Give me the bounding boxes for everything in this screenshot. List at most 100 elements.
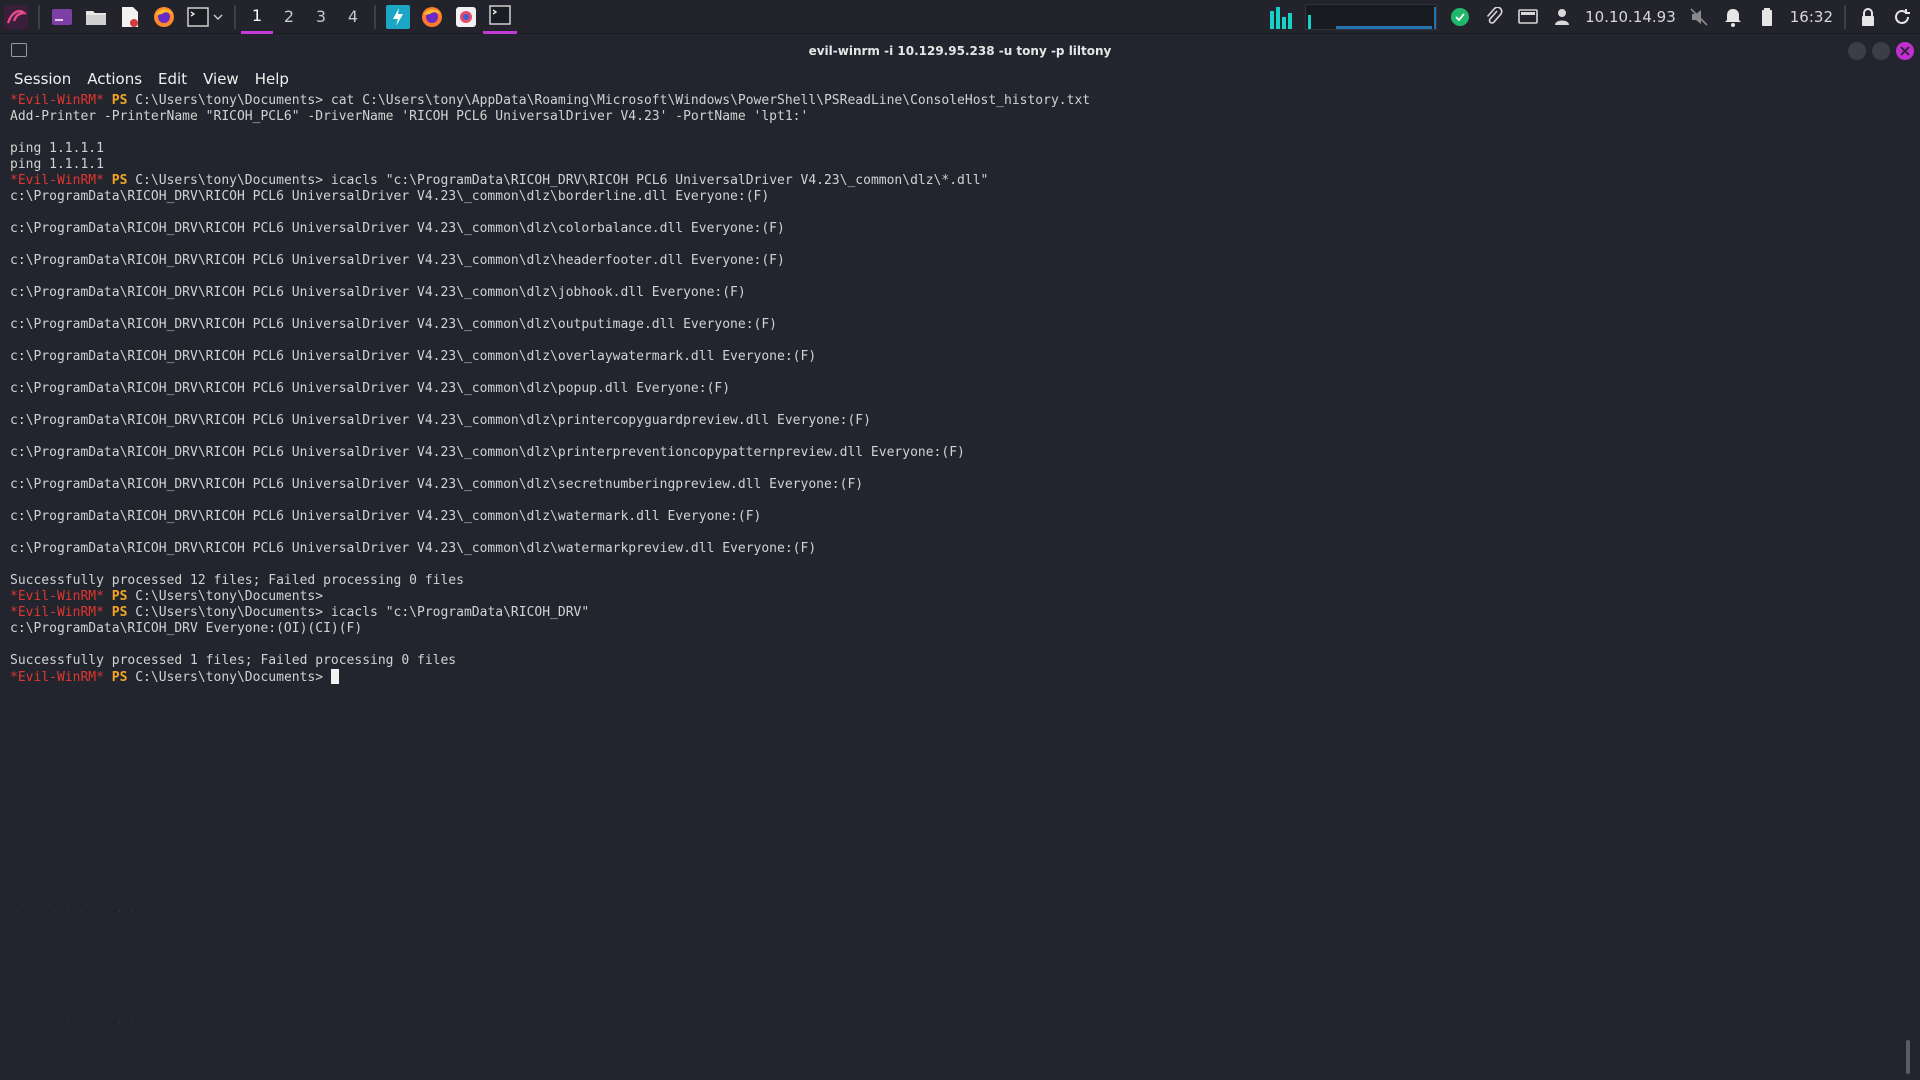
terminal-scrollbar[interactable] xyxy=(1906,1040,1910,1074)
terminal-artifact: . . . . . . . . . . xyxy=(14,905,136,915)
terminal-prompt-line: *Evil-WinRM* PS C:\Users\tony\Documents>… xyxy=(10,605,1890,621)
panel-separator xyxy=(234,4,236,29)
show-desktop-icon[interactable] xyxy=(50,5,74,29)
terminal-prompt-line: *Evil-WinRM* PS C:\Users\tony\Documents> xyxy=(10,589,1890,605)
panel-separator xyxy=(374,4,376,29)
notification-bell-icon[interactable] xyxy=(1721,5,1745,29)
terminal-output-line: c:\ProgramData\RICOH_DRV\RICOH PCL6 Univ… xyxy=(10,221,1890,237)
terminal-artifact: . . . . . . . . . . xyxy=(14,1016,136,1026)
system-tray: 10.10.14.93 16:32 xyxy=(1263,0,1920,34)
terminal-launcher-icon[interactable] xyxy=(186,5,210,29)
volume-muted-icon[interactable] xyxy=(1687,5,1711,29)
terminal-prompt-line: *Evil-WinRM* PS C:\Users\tony\Documents>… xyxy=(10,173,1890,189)
prompt-path: C:\Users\tony\Documents> xyxy=(135,173,324,188)
lock-screen-icon[interactable] xyxy=(1856,5,1880,29)
workspace-4[interactable]: 4 xyxy=(337,0,369,34)
kali-menu-icon[interactable] xyxy=(4,4,28,29)
prompt-command: icacls "c:\ProgramData\RICOH_DRV\RICOH P… xyxy=(323,173,989,188)
cpu-meter-icon[interactable] xyxy=(1268,5,1294,29)
terminal-prompt-line: *Evil-WinRM* PS C:\Users\tony\Documents> xyxy=(10,669,1890,685)
terminal-output-line: c:\ProgramData\RICOH_DRV\RICOH PCL6 Univ… xyxy=(10,413,1890,429)
output-text: c:\ProgramData\RICOH_DRV\RICOH PCL6 Univ… xyxy=(10,253,785,268)
output-text: Add-Printer -PrinterName "RICOH_PCL6" -D… xyxy=(10,109,809,124)
menu-help[interactable]: Help xyxy=(247,70,297,88)
task-burp-icon[interactable] xyxy=(381,0,415,34)
prompt-ps: PS xyxy=(111,93,128,108)
window-controls xyxy=(1848,42,1914,60)
output-text: c:\ProgramData\RICOH_DRV\RICOH PCL6 Univ… xyxy=(10,189,770,204)
prompt-path: C:\Users\tony\Documents> xyxy=(135,589,324,604)
prompt-evil-winrm: *Evil-WinRM* xyxy=(10,605,104,620)
prompt-ps: PS xyxy=(111,173,128,188)
clock[interactable]: 16:32 xyxy=(1790,8,1833,26)
output-text: c:\ProgramData\RICOH_DRV\RICOH PCL6 Univ… xyxy=(10,285,746,300)
network-user-icon[interactable] xyxy=(1550,5,1574,29)
prompt-ps: PS xyxy=(111,605,128,620)
network-graph[interactable] xyxy=(1305,4,1438,30)
prompt-path: C:\Users\tony\Documents> xyxy=(135,93,324,108)
workspace-2[interactable]: 2 xyxy=(273,0,305,34)
output-text: c:\ProgramData\RICOH_DRV\RICOH PCL6 Univ… xyxy=(10,381,731,396)
terminal-output-line: c:\ProgramData\RICOH_DRV\RICOH PCL6 Univ… xyxy=(10,477,1890,493)
terminal-window-icon[interactable] xyxy=(11,43,27,57)
terminal-output[interactable]: *Evil-WinRM* PS C:\Users\tony\Documents>… xyxy=(10,93,1890,1063)
firefox-icon[interactable] xyxy=(152,5,176,29)
output-text: c:\ProgramData\RICOH_DRV\RICOH PCL6 Univ… xyxy=(10,221,785,236)
task-image-viewer-icon[interactable] xyxy=(449,0,483,34)
workspace-3[interactable]: 3 xyxy=(305,0,337,34)
terminal-output-line: ping 1.1.1.1 xyxy=(10,141,1890,157)
prompt-evil-winrm: *Evil-WinRM* xyxy=(10,589,104,604)
task-terminal-icon[interactable] xyxy=(483,0,517,34)
terminal-output-line: Successfully processed 12 files; Failed … xyxy=(10,573,1890,589)
terminal-output-line: c:\ProgramData\RICOH_DRV Everyone:(OI)(C… xyxy=(10,621,1890,637)
chevron-down-icon[interactable] xyxy=(212,5,224,29)
minimize-button[interactable] xyxy=(1848,42,1866,60)
maximize-button[interactable] xyxy=(1872,42,1890,60)
top-panel: 1 2 3 4 10.10.14.93 16:32 xyxy=(0,0,1920,34)
terminal-cursor xyxy=(330,669,339,684)
terminal-output-line: c:\ProgramData\RICOH_DRV\RICOH PCL6 Univ… xyxy=(10,541,1890,557)
vpn-shield-icon[interactable] xyxy=(1448,5,1472,29)
output-text: c:\ProgramData\RICOH_DRV\RICOH PCL6 Univ… xyxy=(10,541,817,556)
close-icon xyxy=(1900,46,1910,56)
output-text: c:\ProgramData\RICOH_DRV Everyone:(OI)(C… xyxy=(10,621,363,636)
output-text: c:\ProgramData\RICOH_DRV\RICOH PCL6 Univ… xyxy=(10,445,965,460)
workspace-1[interactable]: 1 xyxy=(241,0,273,34)
power-refresh-icon[interactable] xyxy=(1890,5,1914,29)
terminal-output-line: c:\ProgramData\RICOH_DRV\RICOH PCL6 Univ… xyxy=(10,349,1890,365)
menu-actions[interactable]: Actions xyxy=(79,70,150,88)
text-editor-icon[interactable] xyxy=(118,5,142,29)
prompt-evil-winrm: *Evil-WinRM* xyxy=(10,670,104,685)
display-icon[interactable] xyxy=(1516,5,1540,29)
terminal-output-line: Successfully processed 1 files; Failed p… xyxy=(10,653,1890,669)
terminal-output-line: c:\ProgramData\RICOH_DRV\RICOH PCL6 Univ… xyxy=(10,253,1890,269)
menu-session[interactable]: Session xyxy=(6,70,79,88)
terminal-artifact: . . . . . . . . . . xyxy=(14,698,136,708)
prompt-evil-winrm: *Evil-WinRM* xyxy=(10,93,104,108)
window-titlebar[interactable]: evil-winrm -i 10.129.95.238 -u tony -p l… xyxy=(0,34,1920,68)
output-text: ping 1.1.1.1 xyxy=(10,141,104,156)
prompt-ps: PS xyxy=(111,670,128,685)
paperclip-icon[interactable] xyxy=(1482,5,1506,29)
window-title: evil-winrm -i 10.129.95.238 -u tony -p l… xyxy=(808,44,1112,58)
battery-icon[interactable] xyxy=(1755,5,1779,29)
panel-separator xyxy=(1844,5,1846,29)
terminal-output-line: c:\ProgramData\RICOH_DRV\RICOH PCL6 Univ… xyxy=(10,445,1890,461)
close-button[interactable] xyxy=(1896,42,1914,60)
task-firefox-icon[interactable] xyxy=(415,0,449,34)
menu-edit[interactable]: Edit xyxy=(150,70,195,88)
file-manager-icon[interactable] xyxy=(84,5,108,29)
menu-view[interactable]: View xyxy=(195,70,247,88)
terminal-output-line: c:\ProgramData\RICOH_DRV\RICOH PCL6 Univ… xyxy=(10,509,1890,525)
